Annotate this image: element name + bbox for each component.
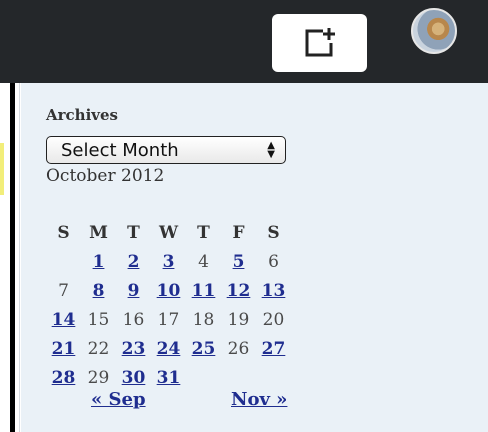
- calendar-day: 4: [198, 251, 209, 272]
- calendar-day: 9: [116, 276, 151, 305]
- calendar-week-row: 14 15 16 17 18 19 20: [46, 305, 291, 334]
- calendar-day: 26: [227, 338, 250, 359]
- calendar-day: 6: [268, 251, 279, 272]
- calendar-empty-cell: [256, 363, 291, 392]
- sidebar-widgets: Archives Select Month ▲ ▼ October 2012 SM…: [21, 83, 488, 432]
- calendar-prev-month-link[interactable]: « Sep: [91, 389, 146, 410]
- calendar-day-link[interactable]: 13: [262, 281, 286, 301]
- calendar-day: 31: [151, 363, 186, 392]
- calendar-day-link[interactable]: 8: [93, 281, 105, 301]
- calendar-day-link[interactable]: 9: [128, 281, 140, 301]
- calendar-day: 19: [227, 309, 250, 330]
- calendar-day: 23: [116, 334, 151, 363]
- calendar-day-link[interactable]: 14: [52, 310, 76, 330]
- user-avatar[interactable]: [411, 8, 457, 54]
- weekday-header: F: [232, 222, 245, 243]
- calendar-table: SMTWTFS 1 2 3 4 5 6 7 8 9 10 11 12 13 14 15 16 17 18 19 20 2…: [46, 218, 291, 392]
- new-post-icon: [305, 28, 335, 57]
- calendar-day: 10: [151, 276, 186, 305]
- calendar-next-month-link[interactable]: Nov »: [231, 389, 287, 410]
- calendar-week-row: 7 8 9 10 11 12 13: [46, 276, 291, 305]
- archives-select-value: Select Month: [61, 139, 179, 161]
- calendar-day: 11: [186, 276, 221, 305]
- weekday-header: S: [57, 222, 70, 243]
- new-post-button[interactable]: [272, 14, 367, 72]
- calendar-day-link[interactable]: 21: [52, 339, 76, 359]
- calendar-day-link[interactable]: 31: [157, 368, 181, 388]
- weekday-header: T: [127, 222, 140, 243]
- calendar-week-row: 28 29 30 31: [46, 363, 291, 392]
- calendar-week-row: 1 2 3 4 5 6: [46, 247, 291, 276]
- weekday-header: S: [267, 222, 280, 243]
- calendar-day: 29: [87, 367, 110, 388]
- calendar-day-link[interactable]: 12: [227, 281, 251, 301]
- calendar-day: 5: [221, 247, 256, 276]
- calendar-day: 1: [81, 247, 116, 276]
- calendar-day-link[interactable]: 25: [192, 339, 216, 359]
- archives-title: Archives: [46, 106, 118, 124]
- calendar-day: 16: [122, 309, 145, 330]
- calendar-day-link[interactable]: 11: [192, 281, 216, 301]
- calendar-day-link[interactable]: 5: [233, 252, 245, 272]
- calendar-day: 20: [262, 309, 285, 330]
- weekday-header: W: [158, 222, 179, 243]
- calendar-day: 27: [256, 334, 291, 363]
- calendar-day: 24: [151, 334, 186, 363]
- content-edge: [0, 83, 20, 432]
- calendar-day-link[interactable]: 24: [157, 339, 181, 359]
- content-border: [10, 83, 15, 432]
- calendar-day-link[interactable]: 10: [157, 281, 181, 301]
- calendar-day-link[interactable]: 23: [122, 339, 146, 359]
- weekday-header: T: [197, 222, 210, 243]
- calendar-day-link[interactable]: 3: [163, 252, 175, 272]
- archives-month-select[interactable]: Select Month ▲ ▼: [46, 136, 286, 164]
- select-arrows-icon: ▲ ▼: [267, 140, 275, 160]
- calendar-empty-cell: [46, 247, 81, 276]
- weekday-header: M: [89, 222, 108, 243]
- calendar-day-link[interactable]: 28: [52, 368, 76, 388]
- calendar-day: 17: [157, 309, 180, 330]
- calendar-day: 3: [151, 247, 186, 276]
- highlight-marker: [0, 143, 4, 195]
- calendar-day-link[interactable]: 27: [262, 339, 286, 359]
- calendar-day: 12: [221, 276, 256, 305]
- calendar-day: 22: [87, 338, 110, 359]
- calendar-day: 21: [46, 334, 81, 363]
- calendar-day: 7: [58, 280, 69, 301]
- calendar-day: 13: [256, 276, 291, 305]
- calendar-day: 30: [116, 363, 151, 392]
- calendar-day-link[interactable]: 1: [93, 252, 105, 272]
- calendar-day: 15: [87, 309, 110, 330]
- calendar-empty-cell: [221, 363, 256, 392]
- calendar-day: 8: [81, 276, 116, 305]
- calendar-day: 2: [116, 247, 151, 276]
- calendar-day: 14: [46, 305, 81, 334]
- top-toolbar: [0, 0, 488, 83]
- calendar-caption: October 2012: [46, 166, 165, 186]
- calendar-day: 28: [46, 363, 81, 392]
- calendar-empty-cell: [186, 363, 221, 392]
- calendar-week-row: 21 22 23 24 25 26 27: [46, 334, 291, 363]
- calendar-day: 25: [186, 334, 221, 363]
- calendar-day-link[interactable]: 2: [128, 252, 140, 272]
- calendar-day: 18: [192, 309, 215, 330]
- calendar-day-link[interactable]: 30: [122, 368, 146, 388]
